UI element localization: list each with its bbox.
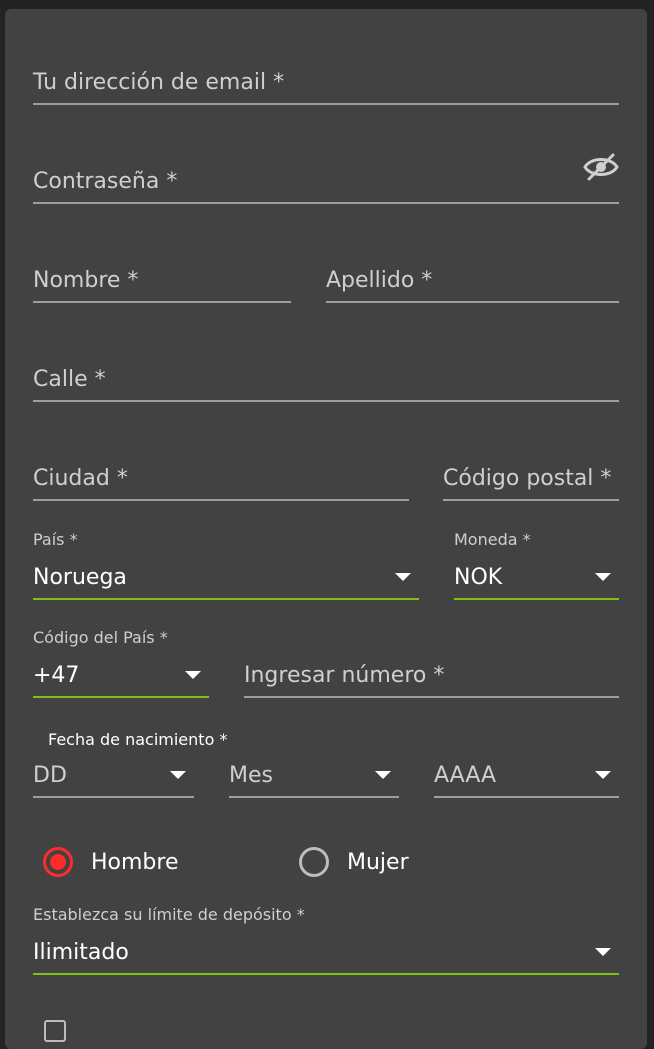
deposit-limit-label: Establezca su límite de depósito * — [33, 905, 305, 924]
currency-value: NOK — [454, 565, 503, 590]
birth-month-underline — [229, 796, 399, 798]
city-field[interactable]: Ciudad * — [33, 446, 409, 501]
birth-year-underline — [434, 796, 619, 798]
currency-label: Moneda * — [454, 530, 531, 549]
birth-day-select[interactable]: DD — [33, 742, 194, 798]
country-label: País * — [33, 530, 78, 549]
street-underline — [33, 400, 619, 402]
gender-radio-hombre[interactable]: Hombre — [43, 847, 179, 877]
last-name-field[interactable]: Apellido * — [326, 248, 619, 303]
phone-input[interactable]: Ingresar número * — [244, 643, 619, 698]
currency-underline — [454, 598, 619, 600]
password-placeholder: Contraseña * — [33, 169, 178, 194]
terms-checkbox[interactable] — [44, 1020, 66, 1042]
chevron-down-icon — [375, 771, 391, 779]
street-placeholder: Calle * — [33, 367, 106, 392]
chevron-down-icon — [185, 671, 201, 679]
deposit-limit-value: Ilimitado — [33, 940, 129, 965]
country-code-select[interactable]: Código del País * +47 — [33, 628, 209, 698]
last-name-underline — [326, 301, 619, 303]
postal-code-field[interactable]: Código postal * — [443, 446, 619, 501]
birth-day-value: DD — [33, 763, 67, 788]
password-field[interactable]: Contraseña * — [33, 149, 619, 204]
first-name-placeholder: Nombre * — [33, 268, 139, 293]
email-field[interactable]: Tu dirección de email * — [33, 50, 619, 105]
gender-label-mujer: Mujer — [347, 849, 409, 875]
chevron-down-icon — [595, 771, 611, 779]
birth-month-value: Mes — [229, 763, 273, 788]
chevron-down-icon — [170, 771, 186, 779]
currency-select[interactable]: Moneda * NOK — [454, 530, 619, 600]
birth-year-select[interactable]: AAAA — [434, 742, 619, 798]
phone-placeholder: Ingresar número * — [244, 663, 445, 688]
country-value: Noruega — [33, 565, 127, 590]
phone-underline — [244, 696, 619, 698]
last-name-placeholder: Apellido * — [326, 268, 433, 293]
birth-year-value: AAAA — [434, 763, 497, 788]
first-name-field[interactable]: Nombre * — [33, 248, 291, 303]
country-code-label: Código del País * — [33, 628, 168, 647]
chevron-down-icon — [595, 573, 611, 581]
gender-label-hombre: Hombre — [91, 849, 179, 875]
postal-code-placeholder: Código postal * — [443, 466, 612, 491]
password-underline — [33, 202, 619, 204]
gender-radio-mujer[interactable]: Mujer — [299, 847, 409, 877]
city-underline — [33, 499, 409, 501]
email-underline — [33, 103, 619, 105]
radio-selected-icon — [43, 847, 73, 877]
city-placeholder: Ciudad * — [33, 466, 128, 491]
chevron-down-icon — [395, 573, 411, 581]
postal-code-underline — [443, 499, 619, 501]
birth-day-underline — [33, 796, 194, 798]
country-code-value: +47 — [33, 663, 80, 688]
deposit-limit-select[interactable]: Establezca su límite de depósito * Ilimi… — [33, 905, 619, 975]
eye-off-icon[interactable] — [583, 152, 619, 182]
chevron-down-icon — [595, 948, 611, 956]
email-placeholder: Tu dirección de email * — [33, 70, 285, 95]
deposit-limit-underline — [33, 973, 619, 975]
radio-unselected-icon — [299, 847, 329, 877]
country-code-underline — [33, 696, 209, 698]
birth-month-select[interactable]: Mes — [229, 742, 399, 798]
country-underline — [33, 598, 419, 600]
street-field[interactable]: Calle * — [33, 347, 619, 402]
country-select[interactable]: País * Noruega — [33, 530, 419, 600]
first-name-underline — [33, 301, 291, 303]
